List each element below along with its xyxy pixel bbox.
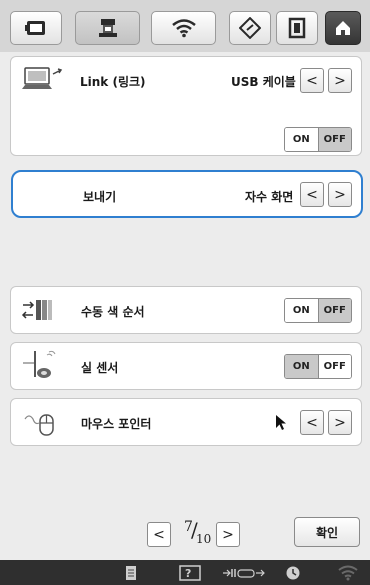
settings-screen: Link (링크) USB 케이블 < > ON OFF 보내기 자수 화면 <… <box>0 0 370 585</box>
document-icon[interactable] <box>117 563 145 582</box>
general-settings-tab[interactable] <box>229 11 271 45</box>
wireless-settings-tab[interactable] <box>151 11 216 45</box>
clock-icon <box>281 563 305 582</box>
link-off-button[interactable]: OFF <box>317 128 351 151</box>
frame-icon <box>288 17 306 39</box>
thread-sensor-toggle: ON OFF <box>284 354 352 379</box>
link-on-button[interactable]: ON <box>285 128 318 151</box>
link-next-button[interactable]: > <box>328 68 352 93</box>
machine-settings-tab[interactable] <box>10 11 62 45</box>
diamond-settings-icon <box>239 17 261 39</box>
home-icon <box>336 21 350 35</box>
link-setting-row: Link (링크) USB 케이블 < > ON OFF <box>10 56 362 156</box>
manual-color-off-button[interactable]: OFF <box>317 299 351 322</box>
thread-sensor-label: 실 센서 <box>81 361 119 375</box>
page-next-glyph: > <box>222 526 234 543</box>
wifi-icon <box>336 563 360 582</box>
page-prev-button[interactable]: < <box>147 522 171 547</box>
link-label: Link (링크) <box>80 75 146 89</box>
mouse-pointer-prev-button[interactable]: < <box>300 410 324 435</box>
link-value: USB 케이블 <box>231 75 296 89</box>
mouse-pointer-label: 마우스 포인터 <box>81 417 152 431</box>
send-prev-button[interactable]: < <box>300 182 324 207</box>
send-label: 보내기 <box>83 190 117 204</box>
page-prev-glyph: < <box>153 526 165 543</box>
thread-sensor-on-button[interactable]: ON <box>285 355 318 378</box>
svg-text:?: ? <box>185 567 191 580</box>
thread-sensor-icon <box>23 350 56 378</box>
manual-color-sequence-row: 수동 색 순서 ON OFF <box>10 286 362 334</box>
mouse-icon <box>24 414 54 436</box>
home-tab[interactable] <box>325 11 361 45</box>
wifi-icon <box>171 19 196 38</box>
embroidery-machine-icon <box>98 19 117 37</box>
mouse-pointer-row: 마우스 포인터 < > <box>10 398 362 446</box>
manual-color-sequence-label: 수동 색 순서 <box>81 305 145 319</box>
embroidery-settings-tab[interactable] <box>75 11 140 45</box>
manual-color-sequence-toggle: ON OFF <box>284 298 352 323</box>
link-prev-button[interactable]: < <box>300 68 324 93</box>
settings-tab-bar <box>0 0 370 52</box>
screen-icon <box>25 21 45 35</box>
arrow-pointer-icon <box>276 415 286 430</box>
link-toggle: ON OFF <box>284 127 352 152</box>
frame-settings-tab[interactable] <box>276 11 318 45</box>
page-indicator: 7 / 10 <box>180 518 214 554</box>
help-icon[interactable]: ? <box>176 563 204 582</box>
page-next-button[interactable]: > <box>216 522 240 547</box>
send-value: 자수 화면 <box>245 190 294 204</box>
computer-link-icon <box>22 67 63 89</box>
thread-sensor-row: 실 센서 ON OFF <box>10 342 362 390</box>
send-next-button[interactable]: > <box>328 182 352 207</box>
status-bar: ? <box>0 560 370 585</box>
send-setting-row: 보내기 자수 화면 < > <box>11 170 363 218</box>
color-sequence-icon <box>21 300 52 320</box>
mouse-pointer-next-button[interactable]: > <box>328 410 352 435</box>
page-total: 10 <box>196 532 212 546</box>
presser-foot-icon <box>220 563 268 582</box>
thread-sensor-off-button[interactable]: OFF <box>317 355 351 378</box>
ok-button[interactable]: 확인 <box>294 517 360 547</box>
manual-color-on-button[interactable]: ON <box>285 299 318 322</box>
